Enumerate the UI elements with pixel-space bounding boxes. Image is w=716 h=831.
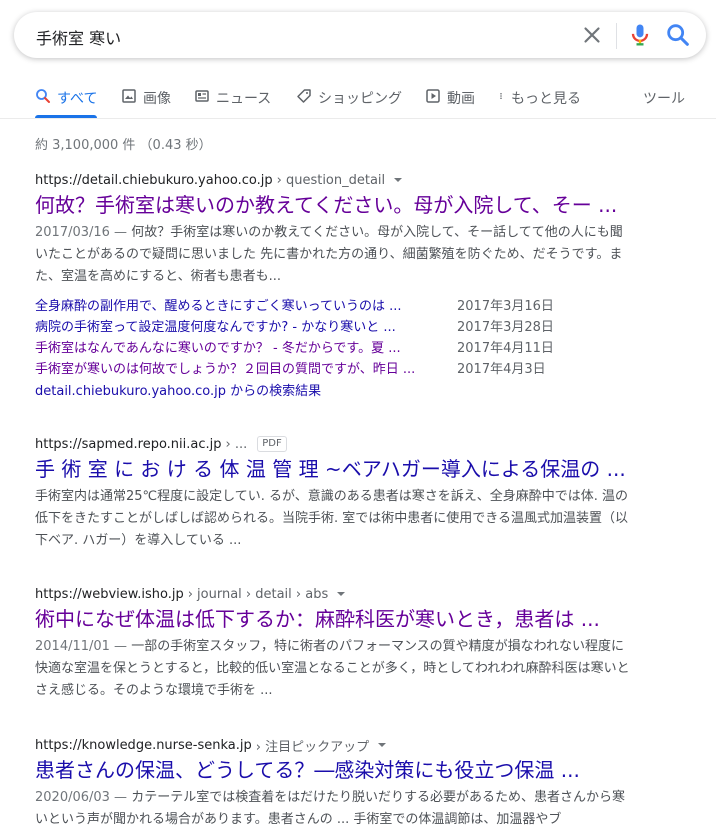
search-icon (36, 89, 50, 103)
related-question-row: 全身麻酔の副作用で、醒めるときにすごく寒いっていうのは ... 2017年3月1… (35, 294, 635, 315)
related-question-row: 手術室はなんであんなに寒いのですか？ - 冬だからです。夏 ... 2017年4… (35, 336, 635, 357)
tab-news[interactable]: ニュース (194, 88, 271, 118)
result-title[interactable]: 何故？手術室は寒いのか教えてください。母が入院して、そー ... (35, 192, 635, 218)
result-title[interactable]: 術中になぜ体温は低下するか：麻酔科医が寒いとき，患者は ... (35, 606, 635, 632)
related-question-link[interactable]: 手術室はなんであんなに寒いのですか？ - 冬だからです。夏 ... (35, 337, 457, 356)
search-box[interactable]: 手術室 寒い (14, 12, 706, 58)
result-snippet: 2017/03/16 — 何故？手術室は寒いのか教えてください。母が入院して、そ… (35, 225, 623, 284)
image-icon (122, 89, 136, 103)
related-question-row: 病院の手術室って設定温度何度なんですか? - かなり寒いと ... 2017年3… (35, 315, 635, 336)
more-vert-icon (500, 93, 502, 99)
related-question-date: 2017年4月3日 (457, 362, 546, 377)
more-results-link[interactable]: detail.chiebukuro.yahoo.co.jp からの検索結果 (35, 380, 635, 399)
related-question-date: 2017年3月28日 (457, 320, 554, 335)
related-questions: 全身麻酔の副作用で、醒めるときにすごく寒いっていうのは ... 2017年3月1… (35, 294, 635, 378)
related-question-link[interactable]: 全身麻酔の副作用で、醒めるときにすごく寒いっていうのは ... (35, 295, 457, 314)
chevron-down-icon[interactable] (377, 740, 387, 750)
tag-icon (297, 89, 311, 103)
news-icon (195, 90, 209, 102)
tab-tools[interactable]: ツール (643, 88, 685, 118)
tab-all[interactable]: すべて (35, 88, 98, 118)
search-result: https://sapmed.repo.nii.ac.jp › ... PDF … (35, 434, 635, 552)
result-snippet: 2014/11/01 — 一部の手術室スタッフ，特に術者のパフォーマンスの質や精… (35, 639, 630, 698)
search-result: https://detail.chiebukuro.yahoo.co.jp › … (35, 170, 635, 400)
search-tabs: すべて 画像 ニュース ショッピング 動画 もっと見る ツール (0, 82, 716, 118)
search-result: https://knowledge.nurse-senka.jp › 注目ピック… (35, 735, 635, 831)
related-question-date: 2017年4月11日 (457, 341, 554, 356)
result-url[interactable]: https://webview.isho.jp › journal › deta… (35, 584, 635, 604)
search-icon[interactable] (664, 21, 692, 49)
result-url[interactable]: https://detail.chiebukuro.yahoo.co.jp › … (35, 170, 635, 190)
related-question-link[interactable]: 手術室が寒いのは何故でしょうか？２回目の質問ですが、昨日 ... (35, 358, 457, 377)
search-result: https://webview.isho.jp › journal › deta… (35, 584, 635, 702)
related-question-date: 2017年3月16日 (457, 299, 554, 314)
result-title[interactable]: 手 術 室 に お け る 体 温 管 理 ~ベアハガー導入による保温の ... (35, 456, 635, 482)
tab-shopping[interactable]: ショッピング (296, 88, 402, 118)
play-icon (426, 89, 440, 103)
result-snippet: 手術室内は通常25℃程度に設定してい. るが、意識のある患者は寒さを訴え、全身麻… (35, 489, 629, 548)
result-stats: 約 3,100,000 件 （0.43 秒） (35, 138, 212, 153)
tabs-divider (0, 118, 716, 119)
chevron-down-icon[interactable] (393, 175, 403, 185)
related-question-link[interactable]: 病院の手術室って設定温度何度なんですか? - かなり寒いと ... (35, 316, 457, 335)
result-url[interactable]: https://knowledge.nurse-senka.jp › 注目ピック… (35, 735, 635, 755)
result-url[interactable]: https://sapmed.repo.nii.ac.jp › ... PDF (35, 434, 635, 454)
search-input[interactable]: 手術室 寒い (36, 25, 121, 49)
result-snippet: 2020/06/03 — カテーテル室では検査着をはだけたり脱いだりする必要があ… (35, 790, 625, 827)
tab-videos[interactable]: 動画 (425, 88, 475, 118)
tab-more[interactable]: もっと見る (497, 88, 581, 118)
microphone-icon[interactable] (626, 21, 654, 49)
close-icon[interactable] (579, 22, 605, 48)
chevron-down-icon[interactable] (336, 589, 346, 599)
result-title[interactable]: 患者さんの保温、どうしてる？―感染対策にも役立つ保温 ... (35, 757, 635, 783)
tab-images[interactable]: 画像 (121, 88, 171, 118)
search-divider (616, 23, 617, 49)
related-question-row: 手術室が寒いのは何故でしょうか？２回目の質問ですが、昨日 ... 2017年4月… (35, 357, 635, 378)
pdf-badge: PDF (257, 436, 287, 452)
